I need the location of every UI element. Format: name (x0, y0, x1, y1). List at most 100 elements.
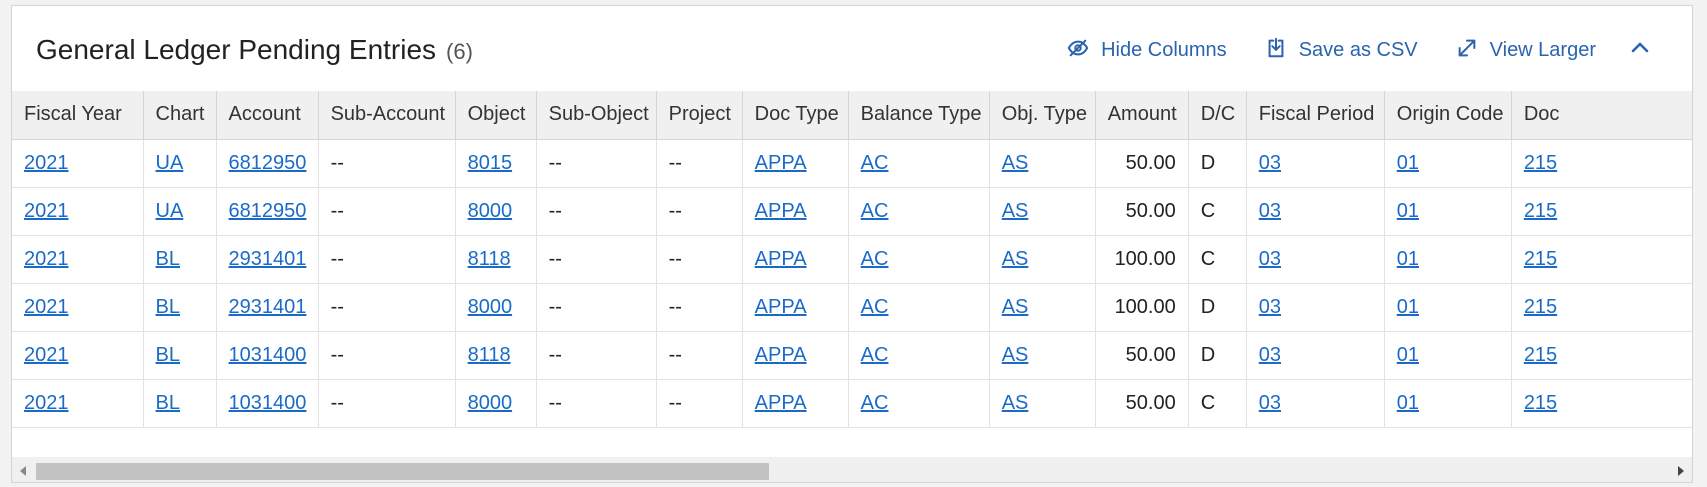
cell-link[interactable]: 03 (1259, 344, 1281, 366)
cell-link[interactable]: 03 (1259, 152, 1281, 174)
column-header[interactable]: Object (455, 91, 537, 140)
column-header[interactable]: Doc (1511, 91, 1692, 140)
column-header[interactable]: Amount (1095, 91, 1189, 140)
table-cell: 01 (1384, 139, 1512, 188)
column-header[interactable]: Obj. Type (989, 91, 1096, 140)
cell-link[interactable]: BL (156, 392, 180, 414)
cell-value: -- (668, 295, 682, 318)
entry-count: (6) (446, 39, 473, 64)
cell-link[interactable]: 03 (1259, 296, 1281, 318)
cell-link[interactable]: 2931401 (229, 248, 307, 270)
cell-link[interactable]: AS (1002, 200, 1029, 222)
cell-link[interactable]: AC (861, 344, 889, 366)
cell-link[interactable]: APPA (755, 392, 807, 414)
cell-link[interactable]: 03 (1259, 248, 1281, 270)
scroll-right-arrow-icon[interactable] (1670, 457, 1692, 482)
cell-value: -- (668, 151, 682, 174)
cell-link[interactable]: AC (861, 296, 889, 318)
cell-link[interactable]: 215 (1524, 248, 1557, 270)
cell-link[interactable]: 8000 (468, 200, 513, 222)
cell-link[interactable]: 8118 (468, 248, 511, 270)
cell-link[interactable]: AS (1002, 344, 1029, 366)
cell-link[interactable]: 8000 (468, 392, 513, 414)
cell-link[interactable]: APPA (755, 248, 807, 270)
cell-link[interactable]: 8000 (468, 296, 513, 318)
cell-value: -- (548, 343, 562, 366)
cell-link[interactable]: 2021 (24, 392, 69, 414)
column-header[interactable]: Doc Type (742, 91, 849, 140)
cell-link[interactable]: APPA (755, 200, 807, 222)
column-header[interactable]: Chart (143, 91, 217, 140)
cell-link[interactable]: 8015 (468, 152, 513, 174)
column-header[interactable]: Account (216, 91, 319, 140)
cell-link[interactable]: UA (156, 200, 184, 222)
table-cell: -- (318, 187, 456, 236)
cell-link[interactable]: 03 (1259, 200, 1281, 222)
column-header[interactable]: Fiscal Year (12, 91, 144, 140)
column-header[interactable]: Sub-Object (536, 91, 657, 140)
cell-link[interactable]: 2021 (24, 248, 69, 270)
cell-link[interactable]: 01 (1397, 152, 1419, 174)
cell-link[interactable]: AS (1002, 296, 1029, 318)
cell-link[interactable]: AS (1002, 152, 1029, 174)
cell-link[interactable]: 6812950 (229, 200, 307, 222)
cell-link[interactable]: 215 (1524, 296, 1557, 318)
cell-link[interactable]: BL (156, 296, 180, 318)
hide-columns-button[interactable]: Hide Columns (1067, 37, 1227, 65)
cell-link[interactable]: AC (861, 152, 889, 174)
column-header[interactable]: Sub-Account (318, 91, 456, 140)
cell-link[interactable]: 1031400 (229, 344, 307, 366)
scrollbar-thumb[interactable] (36, 463, 769, 480)
collapse-button[interactable] (1628, 36, 1652, 65)
expand-icon (1456, 37, 1478, 65)
cell-link[interactable]: 01 (1397, 200, 1419, 222)
table-cell: 03 (1246, 187, 1385, 236)
column-header[interactable]: Fiscal Period (1246, 91, 1385, 140)
cell-link[interactable]: 2021 (24, 296, 69, 318)
cell-link[interactable]: AS (1002, 392, 1029, 414)
cell-link[interactable]: 215 (1524, 344, 1557, 366)
cell-link[interactable]: APPA (755, 152, 807, 174)
table-cell: -- (536, 235, 657, 284)
column-header[interactable]: Balance Type (848, 91, 990, 140)
cell-link[interactable]: 2931401 (229, 296, 307, 318)
cell-link[interactable]: AC (861, 248, 889, 270)
cell-link[interactable]: APPA (755, 296, 807, 318)
cell-link[interactable]: 215 (1524, 392, 1557, 414)
cell-link[interactable]: 01 (1397, 344, 1419, 366)
table-cell: 01 (1384, 187, 1512, 236)
save-csv-button[interactable]: Save as CSV (1265, 37, 1418, 65)
table-cell: UA (143, 187, 217, 236)
cell-link[interactable]: 03 (1259, 392, 1281, 414)
cell-link[interactable]: BL (156, 344, 180, 366)
cell-link[interactable]: 1031400 (229, 392, 307, 414)
table-cell: 2021 (12, 187, 144, 236)
cell-link[interactable]: AC (861, 392, 889, 414)
table-row: 2021 UA 6812950 -- 8015 -- -- APPA AC AS 50.00 D 03 0… (12, 139, 1692, 188)
cell-link[interactable]: APPA (755, 344, 807, 366)
cell-link[interactable]: 215 (1524, 200, 1557, 222)
cell-link[interactable]: 6812950 (229, 152, 307, 174)
cell-link[interactable]: AS (1002, 248, 1029, 270)
cell-link[interactable]: 2021 (24, 152, 69, 174)
cell-link[interactable]: 2021 (24, 344, 69, 366)
column-header[interactable]: D/C (1188, 91, 1247, 140)
cell-link[interactable]: 8118 (468, 344, 511, 366)
header-row: Fiscal Year Chart Account Sub-Account Ob… (12, 91, 1692, 140)
cell-link[interactable]: UA (156, 152, 184, 174)
table-cell: -- (536, 187, 657, 236)
cell-link[interactable]: 01 (1397, 296, 1419, 318)
cell-link[interactable]: 01 (1397, 392, 1419, 414)
scroll-left-arrow-icon[interactable] (12, 457, 34, 482)
cell-value: -- (548, 199, 562, 222)
cell-link[interactable]: 01 (1397, 248, 1419, 270)
column-header[interactable]: Project (656, 91, 743, 140)
cell-link[interactable]: 2021 (24, 200, 69, 222)
cell-link[interactable]: BL (156, 248, 180, 270)
table-row: 2021 BL 1031400 -- 8000 -- -- APPA AC AS 50.00 C 03 0… (12, 379, 1692, 428)
column-header[interactable]: Origin Code (1384, 91, 1512, 140)
horizontal-scrollbar[interactable] (12, 457, 1692, 482)
cell-link[interactable]: AC (861, 200, 889, 222)
view-larger-button[interactable]: View Larger (1456, 37, 1596, 65)
cell-link[interactable]: 215 (1524, 152, 1557, 174)
